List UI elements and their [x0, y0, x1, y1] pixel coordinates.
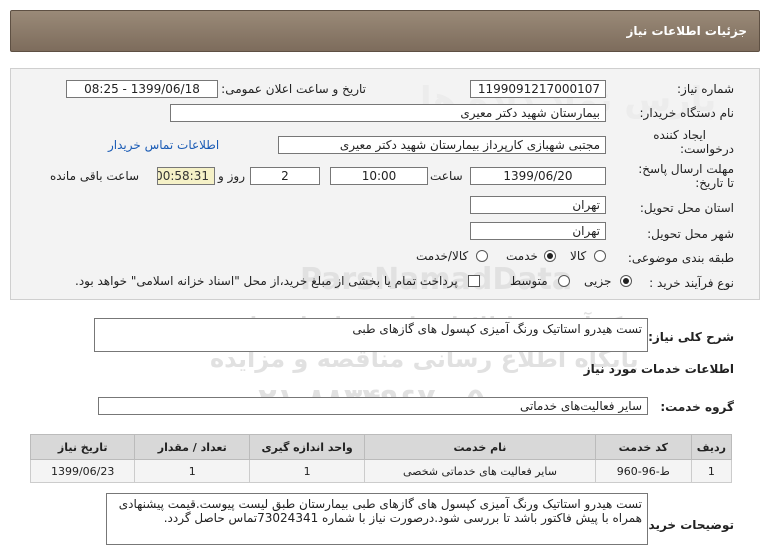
cell-service-name: سایر فعالیت های خدماتی شخصی — [364, 459, 596, 483]
creator-label-1: ایجاد کننده — [653, 128, 706, 142]
category-radio-goods[interactable] — [594, 250, 606, 262]
cell-row-number: 1 — [690, 459, 733, 483]
treasury-payment-checkbox[interactable] — [468, 275, 480, 287]
deadline-label-2: تا تاریخ: — [695, 176, 734, 190]
category-both-label: کالا/خدمت — [416, 249, 469, 263]
col-header-unit: واحد اندازه گیری — [249, 434, 366, 460]
buyer-notes-text: تست هیدرو استاتیک ورنگ آمیزی کپسول های گ… — [118, 497, 642, 525]
page-title: جزئیات اطلاعات نیاز — [626, 24, 747, 38]
deadline-time-field[interactable]: 10:00 — [330, 167, 428, 185]
services-table: ردیف کد خدمت نام خدمت واحد اندازه گیری ت… — [29, 434, 733, 483]
cell-unit: 1 — [249, 459, 366, 483]
process-radio-medium[interactable] — [558, 275, 570, 287]
col-header-service-name: نام خدمت — [364, 434, 596, 460]
city-field[interactable]: تهران — [470, 222, 606, 240]
days-label: روز و — [218, 169, 245, 183]
payment-note: پرداخت تمام یا بخشی از مبلغ خرید،از محل … — [75, 274, 458, 288]
need-number-field[interactable]: 1199091217000107 — [470, 80, 606, 98]
summary-text: تست هیدرو استاتیک ورنگ آمیزی کپسول های گ… — [352, 322, 642, 336]
table-header-row: ردیف کد خدمت نام خدمت واحد اندازه گیری ت… — [29, 434, 733, 460]
col-header-quantity: تعداد / مقدار — [134, 434, 251, 460]
process-radio-minor[interactable] — [620, 275, 632, 287]
announce-label: تاریخ و ساعت اعلان عمومی: — [221, 82, 366, 96]
buyer-contact-link[interactable]: اطلاعات تماس خریدار — [108, 138, 219, 152]
cell-quantity: 1 — [134, 459, 251, 483]
category-radio-service[interactable] — [544, 250, 556, 262]
service-group-label: گروه خدمت: — [660, 400, 734, 414]
category-label: طبقه بندی موضوعی: — [627, 251, 734, 265]
time-label: ساعت — [430, 169, 463, 183]
table-row: 1 ط-96-960 سایر فعالیت های خدماتی شخصی 1… — [29, 459, 733, 483]
city-label: شهر محل تحویل: — [647, 227, 734, 241]
need-number-label: شماره نیاز: — [677, 82, 734, 96]
col-header-need-date: تاریخ نیاز — [29, 434, 136, 460]
cell-service-code: ط-96-960 — [594, 459, 692, 483]
remaining-time-field: 00:58:31 — [157, 167, 215, 185]
category-radio-both[interactable] — [476, 250, 488, 262]
col-header-row-number: ردیف — [690, 434, 733, 460]
creator-field[interactable]: مجتبی شهبازی کارپرداز بیمارستان شهید دکت… — [278, 136, 606, 154]
page-header: جزئیات اطلاعات نیاز — [10, 10, 760, 52]
province-label: استان محل تحویل: — [639, 201, 734, 215]
service-group-field[interactable]: سایر فعالیت‌های خدماتی — [98, 397, 648, 415]
process-minor-label: جزیی — [584, 274, 612, 288]
buyer-org-field[interactable]: بیمارستان شهید دکتر معیری — [170, 104, 606, 122]
days-field[interactable]: 2 — [250, 167, 320, 185]
deadline-label-1: مهلت ارسال پاسخ: — [638, 162, 734, 176]
buyer-org-label: نام دستگاه خریدار: — [639, 106, 735, 120]
announce-field[interactable]: 1399/06/18 - 08:25 — [66, 80, 218, 98]
province-field[interactable]: تهران — [470, 196, 606, 214]
creator-label-2: درخواست: — [680, 142, 734, 156]
buyer-notes-field[interactable]: تست هیدرو استاتیک ورنگ آمیزی کپسول های گ… — [106, 493, 648, 545]
deadline-date-field[interactable]: 1399/06/20 — [470, 167, 606, 185]
services-section-title: اطلاعات خدمات مورد نیاز — [583, 362, 734, 376]
category-service-label: خدمت — [506, 249, 538, 263]
col-header-service-code: کد خدمت — [594, 434, 692, 460]
process-label: نوع فرآیند خرید : — [649, 276, 734, 290]
summary-field[interactable]: تست هیدرو استاتیک ورنگ آمیزی کپسول های گ… — [94, 318, 648, 352]
remaining-label: ساعت باقی مانده — [50, 169, 140, 183]
summary-label: شرح کلی نیاز: — [648, 330, 734, 344]
cell-need-date: 1399/06/23 — [29, 459, 136, 483]
category-goods-label: کالا — [570, 249, 587, 263]
process-medium-label: متوسط — [510, 274, 548, 288]
